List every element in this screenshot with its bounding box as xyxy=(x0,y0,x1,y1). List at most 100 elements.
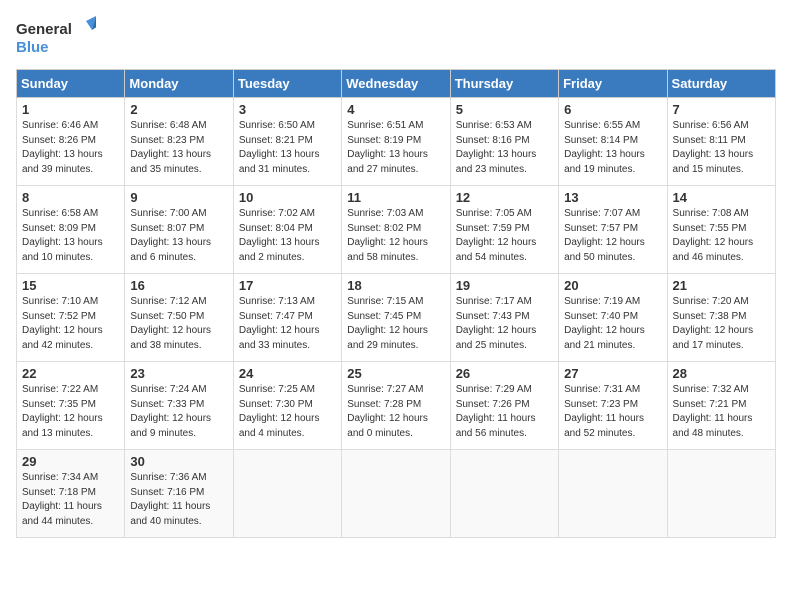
calendar-cell: 5 Sunrise: 6:53 AMSunset: 8:16 PMDaylight… xyxy=(450,98,558,186)
calendar-week-2: 8 Sunrise: 6:58 AMSunset: 8:09 PMDaylight… xyxy=(17,186,776,274)
day-info: Sunrise: 7:13 AMSunset: 7:47 PMDaylight:… xyxy=(239,295,336,353)
day-info: Sunrise: 7:31 AMSunset: 7:23 PMDaylight:… xyxy=(564,383,661,441)
calendar-cell: 17Sunrise: 7:13 AMSunset: 7:47 PMDayligh… xyxy=(233,274,341,362)
calendar-cell: 23 Sunrise: 7:24 AMSunset: 7:33 PMDayligh… xyxy=(125,362,233,450)
calendar-cell: 8 Sunrise: 6:58 AMSunset: 8:09 PMDaylight… xyxy=(17,186,125,274)
day-number: 4 xyxy=(347,102,444,117)
day-info: Sunrise: 6:48 AMSunset: 8:23 PMDaylight:… xyxy=(130,119,227,177)
day-info: Sunrise: 7:02 AMSunset: 8:04 PMDaylight:… xyxy=(239,207,336,265)
day-number: 20 xyxy=(564,278,661,293)
day-number: 19 xyxy=(456,278,553,293)
day-info: Sunrise: 7:29 AMSunset: 7:26 PMDaylight:… xyxy=(456,383,553,441)
day-info: Sunrise: 7:36 AMSunset: 7:16 PMDaylight:… xyxy=(130,471,227,529)
logo: General Blue xyxy=(16,16,96,61)
day-number: 5 xyxy=(456,102,553,117)
calendar-cell xyxy=(233,450,341,538)
day-number: 22 xyxy=(22,366,119,381)
day-info: Sunrise: 7:32 AMSunset: 7:21 PMDaylight:… xyxy=(673,383,770,441)
calendar-week-4: 22 Sunrise: 7:22 AMSunset: 7:35 PMDayligh… xyxy=(17,362,776,450)
day-info: Sunrise: 7:22 AMSunset: 7:35 PMDaylight:… xyxy=(22,383,119,441)
calendar-cell: 22 Sunrise: 7:22 AMSunset: 7:35 PMDayligh… xyxy=(17,362,125,450)
calendar-cell: 19 Sunrise: 7:17 AMSunset: 7:43 PMDayligh… xyxy=(450,274,558,362)
day-number: 16 xyxy=(130,278,227,293)
day-number: 21 xyxy=(673,278,770,293)
calendar-cell: 20Sunrise: 7:19 AMSunset: 7:40 PMDayligh… xyxy=(559,274,667,362)
day-info: Sunrise: 7:25 AMSunset: 7:30 PMDaylight:… xyxy=(239,383,336,441)
day-number: 8 xyxy=(22,190,119,205)
calendar-cell: 4 Sunrise: 6:51 AMSunset: 8:19 PMDaylight… xyxy=(342,98,450,186)
day-number: 7 xyxy=(673,102,770,117)
calendar-cell: 28 Sunrise: 7:32 AMSunset: 7:21 PMDayligh… xyxy=(667,362,775,450)
day-number: 28 xyxy=(673,366,770,381)
day-info: Sunrise: 7:17 AMSunset: 7:43 PMDaylight:… xyxy=(456,295,553,353)
day-number: 24 xyxy=(239,366,336,381)
day-info: Sunrise: 6:50 AMSunset: 8:21 PMDaylight:… xyxy=(239,119,336,177)
calendar-cell: 11Sunrise: 7:03 AMSunset: 8:02 PMDayligh… xyxy=(342,186,450,274)
calendar-cell xyxy=(667,450,775,538)
day-info: Sunrise: 7:20 AMSunset: 7:38 PMDaylight:… xyxy=(673,295,770,353)
calendar-cell: 1 Sunrise: 6:46 AMSunset: 8:26 PMDaylight… xyxy=(17,98,125,186)
day-number: 26 xyxy=(456,366,553,381)
day-info: Sunrise: 7:34 AMSunset: 7:18 PMDaylight:… xyxy=(22,471,119,529)
calendar-cell: 26 Sunrise: 7:29 AMSunset: 7:26 PMDayligh… xyxy=(450,362,558,450)
day-number: 12 xyxy=(456,190,553,205)
header-friday: Friday xyxy=(559,70,667,98)
calendar-cell: 25Sunrise: 7:27 AMSunset: 7:28 PMDayligh… xyxy=(342,362,450,450)
day-info: Sunrise: 7:07 AMSunset: 7:57 PMDaylight:… xyxy=(564,207,661,265)
calendar-cell xyxy=(450,450,558,538)
day-number: 15 xyxy=(22,278,119,293)
header: General Blue xyxy=(16,16,776,61)
calendar-cell: 3 Sunrise: 6:50 AMSunset: 8:21 PMDaylight… xyxy=(233,98,341,186)
day-number: 29 xyxy=(22,454,119,469)
day-info: Sunrise: 7:12 AMSunset: 7:50 PMDaylight:… xyxy=(130,295,227,353)
day-info: Sunrise: 6:56 AMSunset: 8:11 PMDaylight:… xyxy=(673,119,770,177)
header-saturday: Saturday xyxy=(667,70,775,98)
day-number: 1 xyxy=(22,102,119,117)
calendar-cell xyxy=(342,450,450,538)
header-monday: Monday xyxy=(125,70,233,98)
day-number: 3 xyxy=(239,102,336,117)
day-info: Sunrise: 7:00 AMSunset: 8:07 PMDaylight:… xyxy=(130,207,227,265)
day-number: 25 xyxy=(347,366,444,381)
header-row: Sunday Monday Tuesday Wednesday Thursday… xyxy=(17,70,776,98)
header-tuesday: Tuesday xyxy=(233,70,341,98)
day-info: Sunrise: 6:55 AMSunset: 8:14 PMDaylight:… xyxy=(564,119,661,177)
calendar-cell: 14 Sunrise: 7:08 AMSunset: 7:55 PMDayligh… xyxy=(667,186,775,274)
logo-svg: General Blue xyxy=(16,16,96,61)
header-sunday: Sunday xyxy=(17,70,125,98)
calendar-week-3: 15 Sunrise: 7:10 AMSunset: 7:52 PMDayligh… xyxy=(17,274,776,362)
day-info: Sunrise: 6:46 AMSunset: 8:26 PMDaylight:… xyxy=(22,119,119,177)
day-number: 2 xyxy=(130,102,227,117)
header-thursday: Thursday xyxy=(450,70,558,98)
calendar-cell: 6Sunrise: 6:55 AMSunset: 8:14 PMDaylight… xyxy=(559,98,667,186)
calendar-cell xyxy=(559,450,667,538)
day-number: 14 xyxy=(673,190,770,205)
calendar-cell: 30 Sunrise: 7:36 AMSunset: 7:16 PMDayligh… xyxy=(125,450,233,538)
day-number: 30 xyxy=(130,454,227,469)
day-info: Sunrise: 6:58 AMSunset: 8:09 PMDaylight:… xyxy=(22,207,119,265)
day-number: 13 xyxy=(564,190,661,205)
day-info: Sunrise: 6:51 AMSunset: 8:19 PMDaylight:… xyxy=(347,119,444,177)
day-number: 27 xyxy=(564,366,661,381)
calendar-cell: 7 Sunrise: 6:56 AMSunset: 8:11 PMDaylight… xyxy=(667,98,775,186)
calendar-table: Sunday Monday Tuesday Wednesday Thursday… xyxy=(16,69,776,538)
day-number: 10 xyxy=(239,190,336,205)
day-number: 11 xyxy=(347,190,444,205)
day-info: Sunrise: 7:10 AMSunset: 7:52 PMDaylight:… xyxy=(22,295,119,353)
day-info: Sunrise: 7:08 AMSunset: 7:55 PMDaylight:… xyxy=(673,207,770,265)
day-number: 9 xyxy=(130,190,227,205)
calendar-cell: 12Sunrise: 7:05 AMSunset: 7:59 PMDayligh… xyxy=(450,186,558,274)
svg-text:Blue: Blue xyxy=(16,39,49,56)
calendar-cell: 24 Sunrise: 7:25 AMSunset: 7:30 PMDayligh… xyxy=(233,362,341,450)
day-number: 23 xyxy=(130,366,227,381)
calendar-cell: 21 Sunrise: 7:20 AMSunset: 7:38 PMDayligh… xyxy=(667,274,775,362)
calendar-cell: 16 Sunrise: 7:12 AMSunset: 7:50 PMDayligh… xyxy=(125,274,233,362)
day-number: 18 xyxy=(347,278,444,293)
day-info: Sunrise: 7:24 AMSunset: 7:33 PMDaylight:… xyxy=(130,383,227,441)
calendar-cell: 13 Sunrise: 7:07 AMSunset: 7:57 PMDayligh… xyxy=(559,186,667,274)
calendar-week-5: 29 Sunrise: 7:34 AMSunset: 7:18 PMDayligh… xyxy=(17,450,776,538)
calendar-cell: 29 Sunrise: 7:34 AMSunset: 7:18 PMDayligh… xyxy=(17,450,125,538)
day-info: Sunrise: 7:15 AMSunset: 7:45 PMDaylight:… xyxy=(347,295,444,353)
calendar-week-1: 1 Sunrise: 6:46 AMSunset: 8:26 PMDaylight… xyxy=(17,98,776,186)
day-info: Sunrise: 6:53 AMSunset: 8:16 PMDaylight:… xyxy=(456,119,553,177)
